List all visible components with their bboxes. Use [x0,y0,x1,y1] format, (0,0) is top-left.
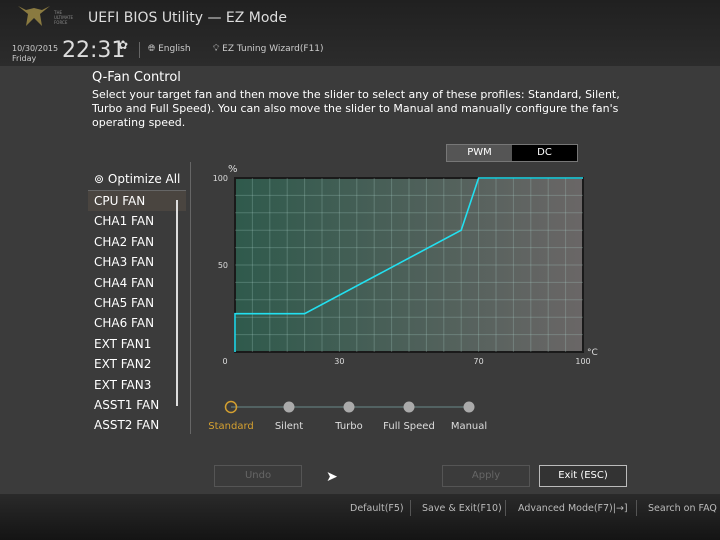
y-axis-label: % [228,164,238,175]
divider [636,500,637,516]
y-tick-label: 100 [213,174,228,183]
fan-curve-chart[interactable]: 0 30 70 100 50 100% °C [0,0,720,540]
divider [505,500,506,516]
footer-bar [0,494,720,540]
profile-label[interactable]: Silent [275,421,303,432]
apply-button[interactable]: Apply [442,465,530,487]
profile-label[interactable]: Turbo [335,421,363,432]
save-exit-button[interactable]: Save & Exit(F10) [422,503,502,514]
x-tick-label: 30 [334,357,344,366]
profile-label[interactable]: Manual [451,421,487,432]
profile-label[interactable]: Standard [208,421,254,432]
undo-button[interactable]: Undo [214,465,302,487]
divider [410,500,411,516]
advanced-mode-button[interactable]: Advanced Mode(F7)|→] [518,503,628,514]
x-tick-label: 0 [222,357,227,366]
exit-button[interactable]: Exit (ESC) [539,465,627,487]
mouse-cursor-icon: ➤ [326,469,338,485]
profile-slider-stop[interactable] [403,401,415,413]
default-button[interactable]: Default(F5) [350,503,404,514]
x-tick-label: 100 [575,357,590,366]
y-tick-label: 50 [218,261,228,270]
x-axis-label: °C [587,348,598,358]
x-tick-label: 70 [474,357,484,366]
search-faq-button[interactable]: Search on FAQ [648,503,717,514]
profile-label[interactable]: Full Speed [383,421,435,432]
profile-slider-stop[interactable] [463,401,475,413]
profile-slider-stop[interactable] [283,401,295,413]
profile-slider-stop[interactable] [343,401,355,413]
